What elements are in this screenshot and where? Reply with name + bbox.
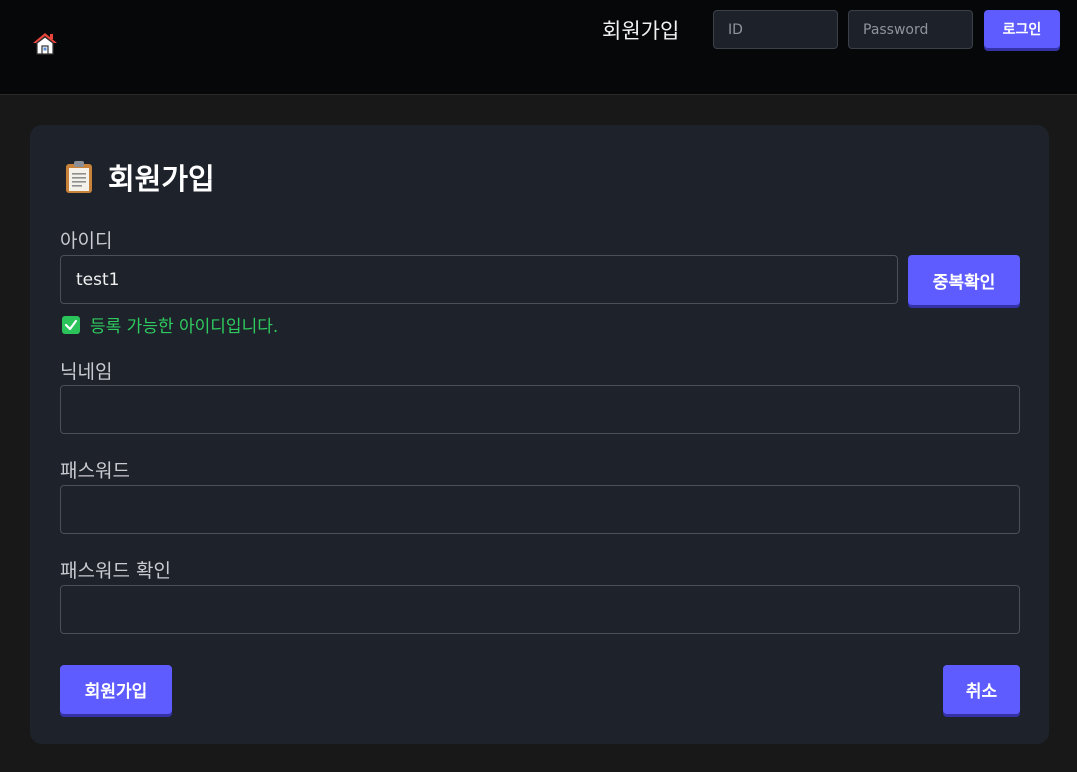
nickname-input[interactable] [60,385,1020,434]
check-icon [62,315,80,334]
duplicate-check-button[interactable]: 중복확인 [908,255,1020,305]
clipboard-icon [64,160,94,194]
login-button[interactable]: 로그인 [984,10,1060,48]
login-id-input[interactable] [713,10,838,49]
password-input[interactable] [60,485,1020,534]
password-confirm-input[interactable] [60,585,1020,634]
signup-submit-button[interactable]: 회원가입 [60,665,172,714]
password-label: 패스워드 [60,460,130,482]
id-status-text: 등록 가능한 아이디입니다. [90,317,279,337]
page-title: 회원가입 [64,156,215,198]
top-navbar: 회원가입 로그인 [0,0,1077,95]
id-input[interactable] [60,255,898,304]
nickname-label: 닉네임 [60,361,113,383]
login-password-input[interactable] [848,10,973,49]
id-status: 등록 가능한 아이디입니다. [62,312,278,337]
id-label: 아이디 [60,230,113,252]
signup-card: 회원가입 아이디 중복확인 등록 가능한 아이디입니다. 닉네임 패스워드 패스… [30,125,1049,744]
page-title-text: 회원가입 [108,162,215,196]
cancel-button[interactable]: 취소 [943,665,1020,714]
home-icon[interactable] [32,31,58,57]
password-confirm-label: 패스워드 확인 [60,560,171,582]
signup-link[interactable]: 회원가입 [602,15,679,45]
